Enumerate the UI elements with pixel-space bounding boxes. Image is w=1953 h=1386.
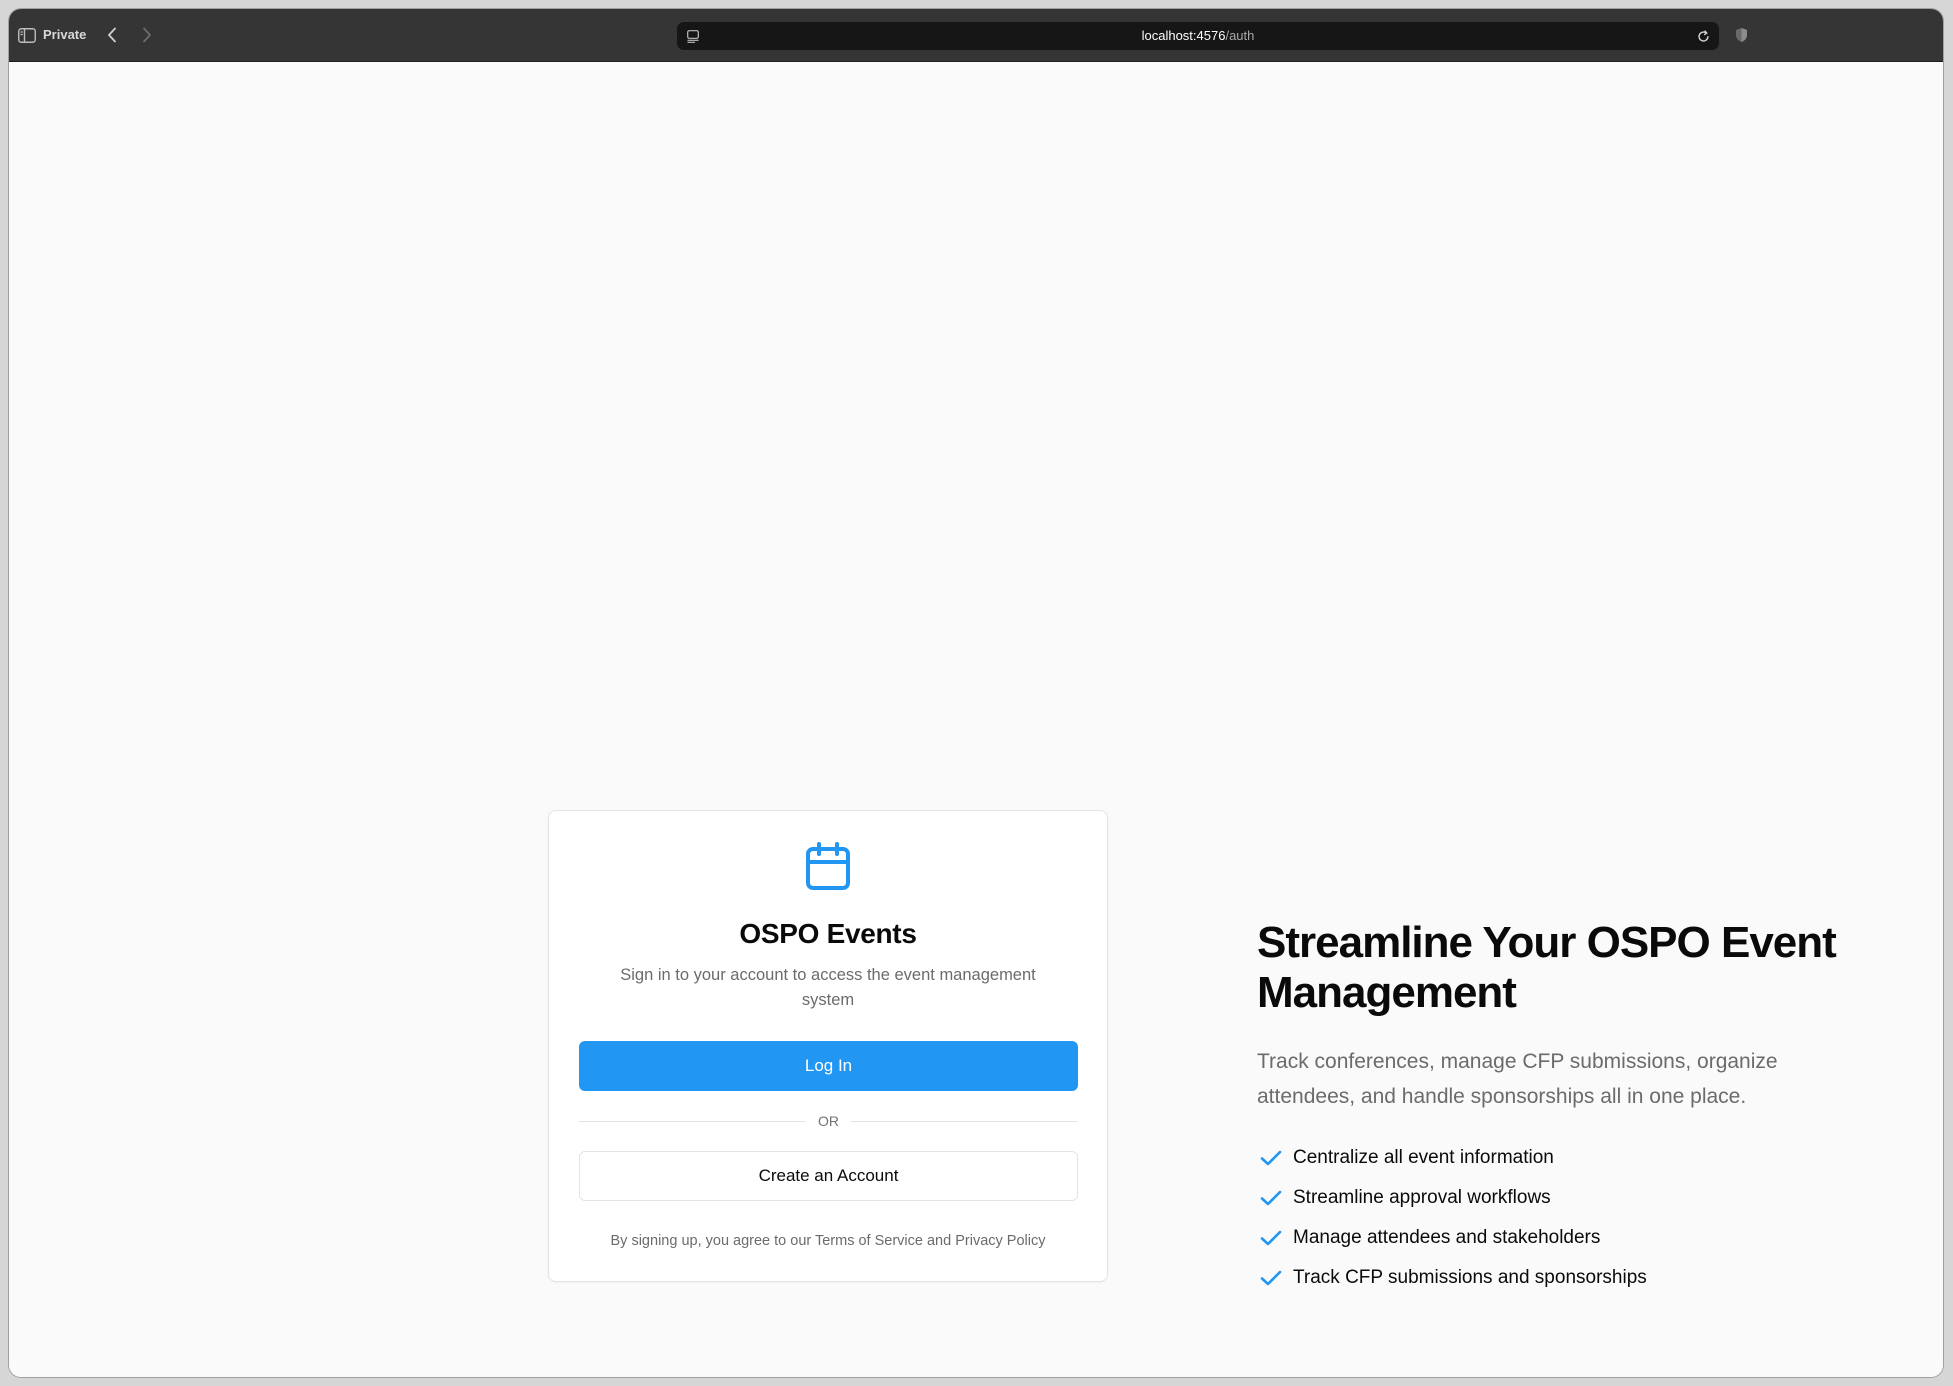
url-host: localhost:4576 [1141,28,1226,43]
auth-page: OSPO Events Sign in to your account to a… [9,63,1943,1377]
login-card: OSPO Events Sign in to your account to a… [548,810,1108,1282]
private-mode-label: Private [43,27,87,42]
check-icon [1259,1266,1283,1290]
sidebar-toggle-icon[interactable] [17,26,37,44]
feature-text: Track CFP submissions and sponsorships [1293,1267,1647,1288]
browser-toolbar: Private localhost:4576/auth [9,9,1943,62]
feature-item: Centralize all event information [1257,1138,1877,1178]
check-icon [1259,1226,1283,1250]
or-divider: OR [579,1111,1078,1131]
privacy-shield-icon[interactable] [1733,26,1749,44]
browser-window: Private localhost:4576/auth OSPO Events … [9,9,1943,1377]
feature-list: Centralize all event information Streaml… [1257,1138,1877,1298]
feature-text: Streamline approval workflows [1293,1187,1551,1208]
back-chevron-icon[interactable] [104,24,120,46]
feature-text: Centralize all event information [1293,1147,1554,1168]
feature-text: Manage attendees and stakeholders [1293,1227,1601,1248]
card-title: OSPO Events [739,918,917,949]
address-bar[interactable]: localhost:4576/auth [677,22,1719,50]
terms-notice: By signing up, you agree to our Terms of… [610,1233,1046,1249]
hero-title: Streamline Your OSPO Event Management [1257,918,1837,1017]
url-text: localhost:4576/auth [677,28,1719,44]
hero-section: Streamline Your OSPO Event Management Tr… [1257,918,1877,1298]
forward-chevron-icon[interactable] [139,24,155,46]
create-account-button[interactable]: Create an Account [579,1151,1078,1201]
card-subtitle: Sign in to your account to access the ev… [620,966,1036,1009]
url-path: /auth [1225,28,1255,43]
feature-item: Streamline approval workflows [1257,1178,1877,1218]
divider-line-right [851,1121,1078,1122]
feature-item: Manage attendees and stakeholders [1257,1218,1877,1258]
reload-icon[interactable] [1695,28,1711,44]
hero-description: Track conferences, manage CFP submission… [1257,1050,1778,1108]
feature-item: Track CFP submissions and sponsorships [1257,1258,1877,1298]
check-icon [1259,1186,1283,1210]
check-icon [1259,1146,1283,1170]
login-button[interactable]: Log In [579,1041,1078,1091]
calendar-icon [803,841,853,891]
